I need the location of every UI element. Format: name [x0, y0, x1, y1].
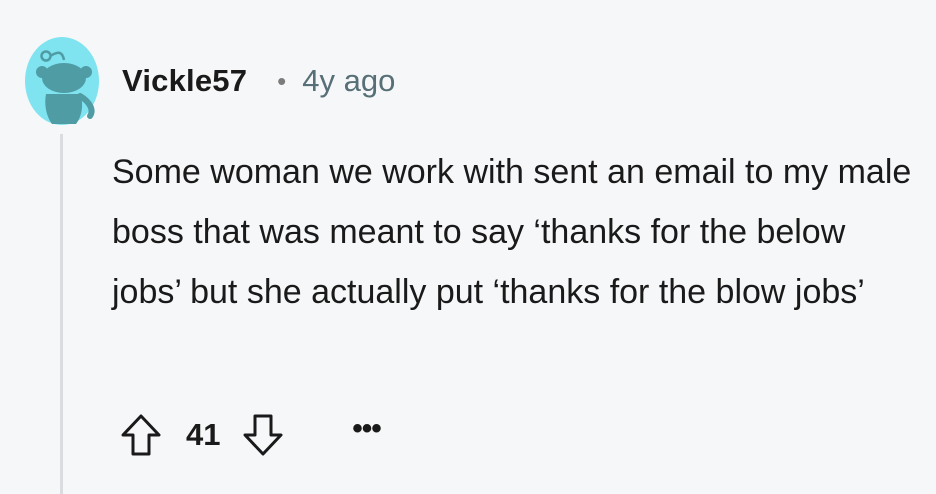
comment-age: 4y ago: [302, 63, 396, 98]
upvote-button[interactable]: [118, 412, 164, 458]
comment-body: Some woman we work with sent an email to…: [112, 142, 912, 322]
username[interactable]: Vickle57: [122, 63, 247, 99]
more-options-icon: •••: [352, 412, 381, 445]
more-options-button[interactable]: •••: [346, 409, 386, 461]
comment-header: Vickle57 • 4y ago: [122, 58, 395, 104]
meta-separator: •: [277, 65, 287, 96]
thread-line[interactable]: [60, 134, 63, 494]
comment-actions: 41 •••: [118, 410, 386, 460]
comment-text: Some woman we work with sent an email to…: [112, 153, 912, 311]
comment: Vickle57 • 4y ago Some woman we work wit…: [0, 0, 936, 494]
vote-score: 41: [186, 417, 221, 452]
arrow-up-icon: [121, 414, 161, 456]
arrow-down-icon: [243, 414, 283, 456]
snoo-avatar-icon: [25, 37, 99, 125]
avatar[interactable]: [24, 32, 100, 128]
downvote-button[interactable]: [240, 412, 286, 458]
